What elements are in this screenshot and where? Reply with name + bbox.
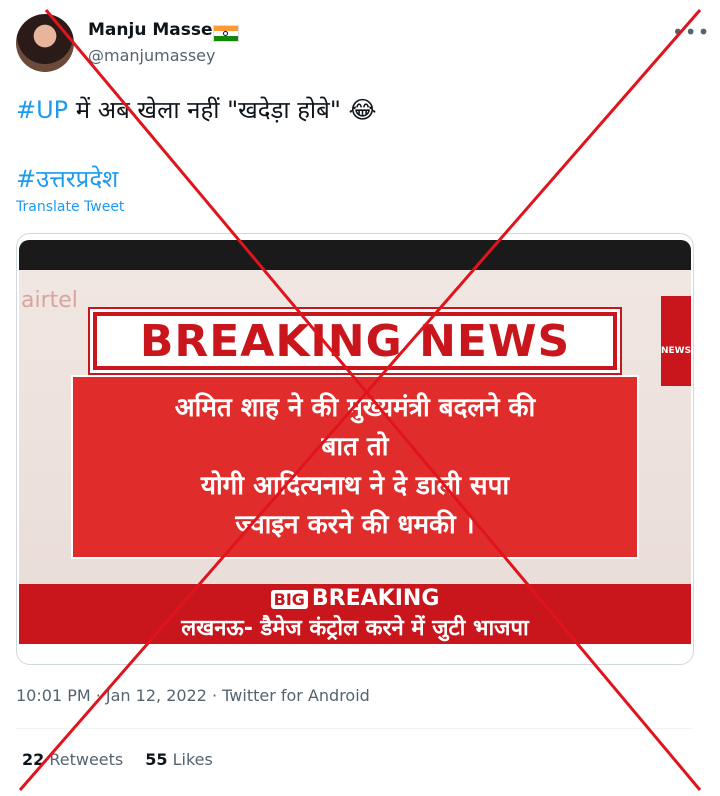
india-flag-icon (213, 25, 239, 42)
channel-watermark: airtel (21, 288, 78, 313)
avatar[interactable] (16, 14, 74, 72)
tweet-media-image[interactable]: airtel NEWS BREAKING NEWS अमित शाह ने की… (16, 233, 694, 665)
news-line: ज्वाइन करने की धमकी । (235, 510, 475, 540)
retweets-stat[interactable]: 22 Retweets (22, 750, 123, 769)
author-display-name[interactable]: Manju Massey (88, 20, 224, 40)
breaking-news-headline: BREAKING NEWS (93, 312, 617, 370)
tweet-timestamp-source[interactable]: 10:01 PM · Jan 12, 2022 · Twitter for An… (16, 686, 370, 705)
likes-stat[interactable]: 55 Likes (145, 750, 213, 769)
author-handle[interactable]: @manjumassey (88, 46, 216, 65)
news-line: योगी आदित्यनाथ ने दे डाली सपा (200, 471, 510, 501)
news-channel-logo: NEWS (661, 296, 691, 386)
retweets-label: Retweets (49, 750, 124, 769)
translate-tweet-link[interactable]: Translate Tweet (16, 199, 124, 215)
tweet-body: में अब खेला नहीं "खदेड़ा होबे" (68, 96, 349, 124)
tweet-text: #UP में अब खेला नहीं "खदेड़ा होबे" 😂 (16, 94, 377, 126)
divider (16, 728, 692, 729)
tweet-stats: 22 Retweets 55 Likes (22, 750, 213, 769)
likes-count: 55 (145, 750, 168, 769)
big-tag: BIG (270, 590, 308, 609)
likes-label: Likes (172, 750, 213, 769)
news-line: बात तो (321, 432, 389, 462)
breaking-text: BREAKING (311, 586, 440, 611)
more-options-icon[interactable]: ••• (672, 20, 710, 44)
news-screen: airtel NEWS BREAKING NEWS अमित शाह ने की… (19, 270, 691, 644)
news-ticker-text: लखनऊ- डैमेज कंट्रोल करने में जुटी भाजपा (181, 616, 529, 641)
news-line: अमित शाह ने की मुख्यमंत्री बदलने की (174, 393, 536, 423)
news-body-box: अमित शाह ने की मुख्यमंत्री बदलने की बात … (71, 375, 639, 559)
hashtag-state-link[interactable]: #उत्तरप्रदेश (16, 162, 118, 195)
hashtag-up-link[interactable]: #UP (16, 96, 68, 124)
laughing-emoji-icon: 😂 (348, 96, 377, 124)
big-breaking-label: BIG BREAKING (19, 586, 691, 611)
news-ticker-band: BIG BREAKING लखनऊ- डैमेज कंट्रोल करने में… (19, 584, 691, 644)
tv-screen-photo: airtel NEWS BREAKING NEWS अमित शाह ने की… (19, 240, 691, 644)
retweets-count: 22 (22, 750, 45, 769)
